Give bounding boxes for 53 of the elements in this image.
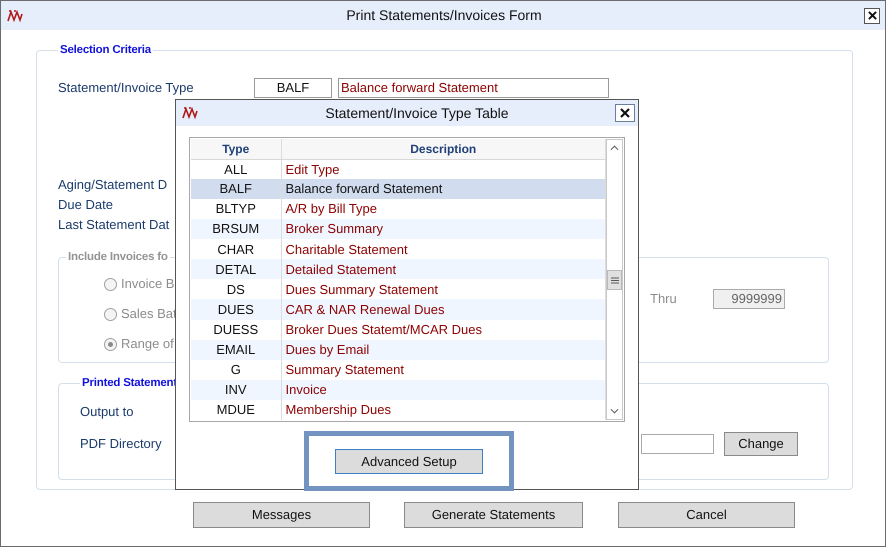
- table-cell: BRSUM: [191, 219, 281, 240]
- table-row[interactable]: MDUE Membership Dues: [191, 400, 606, 420]
- table-cell: Invoice: [281, 380, 606, 400]
- table-cell: Dues by Email: [281, 340, 606, 360]
- table-cell: Membership Dues: [281, 400, 606, 420]
- scrollbar[interactable]: [606, 139, 623, 420]
- logo-icon: [6, 8, 24, 22]
- field-label: Aging/Statement D: [58, 176, 168, 194]
- group-title: Selection Criteria: [59, 43, 152, 58]
- table-row[interactable]: INV Invoice: [191, 380, 606, 400]
- table-cell: Detailed Statement: [281, 259, 606, 280]
- field-label: Last Statement Dat: [58, 216, 170, 234]
- input-field[interactable]: [641, 434, 714, 454]
- table-cell: Balance forward Statement: [281, 179, 606, 200]
- field-label: Thru: [650, 290, 678, 308]
- advanced-setup-button[interactable]: Advanced Setup: [335, 449, 483, 474]
- table-cell: BALF: [191, 179, 281, 200]
- dialog-title: Statement/Invoice Type Table: [324, 104, 510, 123]
- field-label: Due Date: [58, 196, 113, 214]
- grip-icon: [610, 276, 619, 284]
- table-row[interactable]: BRSUM Broker Summary: [191, 219, 606, 240]
- table-row[interactable]: DETAL Detailed Statement: [191, 259, 606, 280]
- table-cell: Broker Summary: [281, 219, 606, 240]
- table-cell: DETAL: [191, 259, 281, 280]
- window-title: Print Statements/Invoices Form: [345, 6, 543, 25]
- close-icon: [868, 11, 876, 20]
- input-field[interactable]: BALF: [254, 78, 332, 98]
- radio-label: Sales Bat: [121, 305, 177, 323]
- group-title: Include Invoices fo: [67, 250, 169, 265]
- table-cell: MDUE: [191, 400, 281, 420]
- table-cell: CAR & NAR Renewal Dues: [281, 299, 606, 320]
- action-button[interactable]: Generate Statements: [404, 502, 583, 528]
- field-label: Output to: [80, 403, 134, 421]
- close-icon: [620, 108, 630, 118]
- input-field[interactable]: Balance forward Statement: [338, 78, 609, 98]
- logo-icon: [181, 106, 199, 120]
- action-button[interactable]: Messages: [193, 502, 370, 528]
- table-row[interactable]: BALF Balance forward Statement: [191, 179, 606, 200]
- table-cell: EMAIL: [191, 340, 281, 360]
- action-button[interactable]: Cancel: [618, 502, 795, 528]
- field-label: Statement/Invoice Type: [58, 79, 195, 97]
- column-header[interactable]: Description: [281, 139, 606, 159]
- change-button[interactable]: Change: [724, 432, 798, 456]
- table-row[interactable]: EMAIL Dues by Email: [191, 340, 606, 360]
- radio-label: Invoice B: [121, 275, 174, 293]
- column-header[interactable]: Type: [191, 139, 281, 159]
- close-button[interactable]: [615, 104, 635, 122]
- table-row[interactable]: DUES CAR & NAR Renewal Dues: [191, 299, 606, 320]
- close-button[interactable]: [864, 8, 880, 24]
- radio-label: Range of: [121, 335, 174, 353]
- table-cell: INV: [191, 380, 281, 400]
- field-label: PDF Directory: [80, 435, 163, 453]
- table-cell: DUES: [191, 299, 281, 320]
